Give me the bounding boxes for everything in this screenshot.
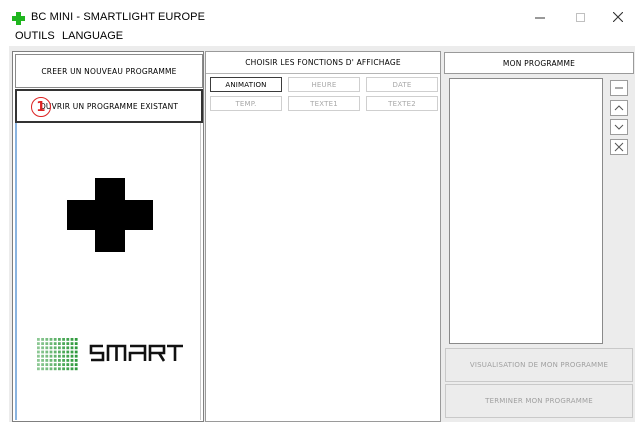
open-program-button[interactable]: OUVRIR UN PROGRAMME EXISTANT 1 <box>15 89 203 123</box>
temp-button[interactable]: TEMP. <box>210 96 282 111</box>
smart-logo <box>35 332 185 379</box>
menu-bar: OUTILS LANGUAGE <box>0 28 635 46</box>
green-cross-icon <box>12 12 25 25</box>
open-program-label: OUVRIR UN PROGRAMME EXISTANT <box>39 101 179 111</box>
functions-panel: CHOISIR LES FONCTIONS D' AFFICHAGE ANIMA… <box>205 51 441 422</box>
menu-outils[interactable]: OUTILS <box>15 30 55 42</box>
left-panel: CREER UN NOUVEAU PROGRAMME OUVRIR UN PRO… <box>12 51 204 422</box>
minimize-icon <box>535 17 545 19</box>
menu-language[interactable]: LANGUAGE <box>62 30 123 42</box>
texte2-button[interactable]: TEXTE2 <box>366 96 438 111</box>
delete-step-button[interactable] <box>610 139 628 155</box>
finish-program-button[interactable]: TERMINER MON PROGRAMME <box>445 384 633 418</box>
maximize-button[interactable] <box>565 6 595 28</box>
texte1-button[interactable]: TEXTE1 <box>288 96 360 111</box>
title-bar: BC MINI - SMARTLIGHT EUROPE <box>0 0 635 30</box>
black-cross-logo <box>67 178 153 257</box>
move-up-button[interactable] <box>610 100 628 116</box>
move-down-button[interactable] <box>610 119 628 135</box>
functions-header: CHOISIR LES FONCTIONS D' AFFICHAGE <box>206 52 440 74</box>
chevron-up-icon <box>614 105 624 111</box>
preview-program-button[interactable]: VISUALISATION DE MON PROGRAMME <box>445 348 633 382</box>
close-button[interactable] <box>603 6 633 28</box>
close-icon <box>613 12 623 22</box>
date-button[interactable]: DATE <box>366 77 438 92</box>
program-list[interactable] <box>449 78 603 344</box>
chevron-down-icon <box>614 124 624 130</box>
animation-button[interactable]: ANIMATION <box>210 77 282 92</box>
minus-icon <box>615 87 623 89</box>
minimize-button[interactable] <box>525 6 555 28</box>
remove-step-button[interactable] <box>610 80 628 96</box>
new-program-button[interactable]: CREER UN NOUVEAU PROGRAMME <box>15 54 203 88</box>
program-header: MON PROGRAMME <box>444 52 634 74</box>
delete-x-icon <box>614 142 624 152</box>
annotation-marker: 1 <box>31 97 51 117</box>
window-title: BC MINI - SMARTLIGHT EUROPE <box>31 11 206 23</box>
heure-button[interactable]: HEURE <box>288 77 360 92</box>
program-panel: MON PROGRAMME VISUALISATION DE MON PROGR… <box>443 51 635 422</box>
maximize-icon <box>575 12 585 22</box>
